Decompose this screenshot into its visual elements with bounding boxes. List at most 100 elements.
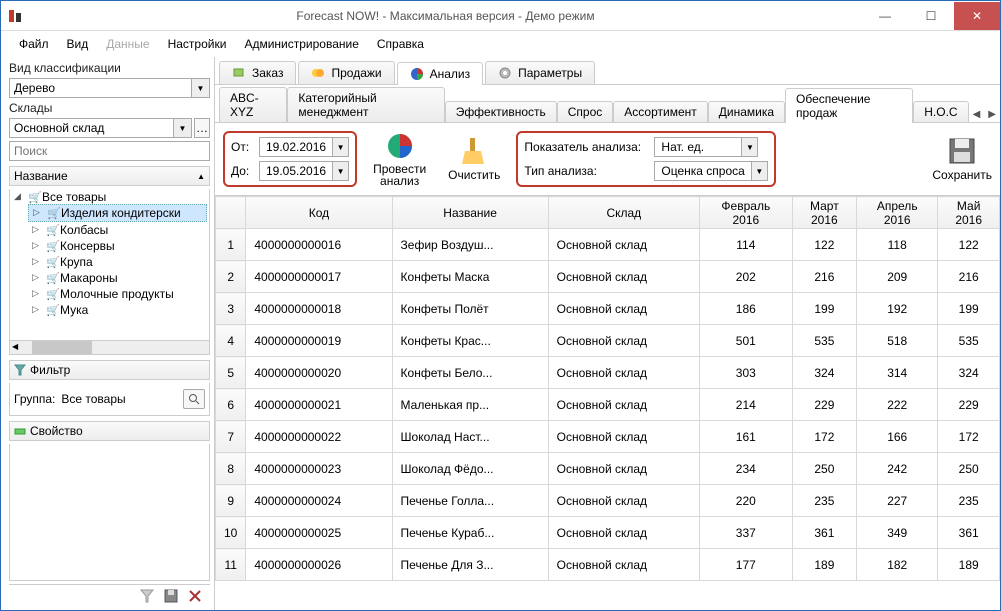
table-row[interactable]: 74000000000022Шоколад Наст...Основной ск… (216, 421, 1000, 453)
tree-root[interactable]: ◢🛒Все товары ▷🛒Изделия кондитерски ▷🛒Кол… (10, 189, 209, 319)
cell-code[interactable]: 4000000000021 (246, 389, 392, 421)
cell-code[interactable]: 4000000000023 (246, 453, 392, 485)
cell-value[interactable]: 189 (938, 549, 1000, 581)
tab-analysis[interactable]: Анализ (397, 62, 484, 85)
cell-value[interactable]: 114 (699, 229, 792, 261)
cell-code[interactable]: 4000000000020 (246, 357, 392, 389)
cell-name[interactable]: Конфеты Бело... (392, 357, 548, 389)
product-tree[interactable]: ◢🛒Все товары ▷🛒Изделия кондитерски ▷🛒Кол… (9, 189, 210, 355)
maximize-button[interactable]: ☐ (908, 2, 954, 30)
menu-view[interactable]: Вид (59, 35, 97, 53)
cell-value[interactable]: 349 (857, 517, 938, 549)
cell-value[interactable]: 118 (857, 229, 938, 261)
table-row[interactable]: 94000000000024Печенье Голла...Основной с… (216, 485, 1000, 517)
cell-value[interactable]: 192 (857, 293, 938, 325)
cell-name[interactable]: Печенье Для З... (392, 549, 548, 581)
cell-name[interactable]: Конфеты Полёт (392, 293, 548, 325)
cell-value[interactable]: 535 (792, 325, 856, 357)
save-button[interactable]: Сохранить (932, 136, 992, 182)
col-warehouse[interactable]: Склад (548, 197, 699, 229)
cell-warehouse[interactable]: Основной склад (548, 357, 699, 389)
table-row[interactable]: 24000000000017Конфеты МаскаОсновной скла… (216, 261, 1000, 293)
table-row[interactable]: 114000000000026Печенье Для З...Основной … (216, 549, 1000, 581)
col-code[interactable]: Код (246, 197, 392, 229)
table-row[interactable]: 34000000000018Конфеты ПолётОсновной скла… (216, 293, 1000, 325)
subtab-supply[interactable]: Обеспечение продаж (785, 88, 913, 123)
col-month-1[interactable]: Февраль2016 (699, 197, 792, 229)
tree-scrollbar[interactable]: ◀ (10, 340, 209, 354)
close-button[interactable]: ✕ (954, 2, 1000, 30)
cell-warehouse[interactable]: Основной склад (548, 229, 699, 261)
cell-value[interactable]: 227 (857, 485, 938, 517)
tab-sales[interactable]: Продажи (298, 61, 394, 84)
cell-value[interactable]: 177 (699, 549, 792, 581)
cell-value[interactable]: 250 (938, 453, 1000, 485)
indicator-select[interactable]: Нат. ед.▼ (654, 137, 758, 157)
cell-value[interactable]: 235 (938, 485, 1000, 517)
cell-name[interactable]: Конфеты Маска (392, 261, 548, 293)
col-month-4[interactable]: Май2016 (938, 197, 1000, 229)
cell-value[interactable]: 303 (699, 357, 792, 389)
to-date[interactable]: 19.05.2016▼ (259, 161, 349, 181)
tree-item[interactable]: ▷🛒Колбасы (28, 222, 207, 238)
table-row[interactable]: 14000000000016Зефир Воздуш...Основной ск… (216, 229, 1000, 261)
save-layout-icon[interactable] (164, 589, 178, 603)
cell-value[interactable]: 172 (938, 421, 1000, 453)
table-row[interactable]: 64000000000021Маленькая пр...Основной ск… (216, 389, 1000, 421)
cell-warehouse[interactable]: Основной склад (548, 517, 699, 549)
col-month-3[interactable]: Апрель2016 (857, 197, 938, 229)
minimize-button[interactable]: — (862, 2, 908, 30)
subtab-next[interactable]: ▶ (984, 107, 1000, 122)
cell-value[interactable]: 314 (857, 357, 938, 389)
subtab-efficiency[interactable]: Эффективность (445, 101, 557, 122)
reset-filter-icon[interactable] (140, 589, 154, 603)
tab-order[interactable]: Заказ (219, 61, 296, 84)
cell-code[interactable]: 4000000000022 (246, 421, 392, 453)
cell-value[interactable]: 234 (699, 453, 792, 485)
cell-value[interactable]: 235 (792, 485, 856, 517)
cell-value[interactable]: 202 (699, 261, 792, 293)
menu-admin[interactable]: Администрирование (236, 35, 366, 53)
cell-name[interactable]: Шоколад Наст... (392, 421, 548, 453)
cell-value[interactable]: 122 (938, 229, 1000, 261)
cell-value[interactable]: 222 (857, 389, 938, 421)
cell-name[interactable]: Печенье Кураб... (392, 517, 548, 549)
cell-value[interactable]: 518 (857, 325, 938, 357)
warehouse-select[interactable] (9, 118, 174, 138)
cell-value[interactable]: 209 (857, 261, 938, 293)
tree-item[interactable]: ▷🛒Изделия кондитерски (28, 204, 207, 222)
cell-code[interactable]: 4000000000024 (246, 485, 392, 517)
cell-value[interactable]: 214 (699, 389, 792, 421)
tree-item[interactable]: ▷🛒Макароны (28, 270, 207, 286)
cell-value[interactable]: 229 (938, 389, 1000, 421)
cell-value[interactable]: 182 (857, 549, 938, 581)
cell-warehouse[interactable]: Основной склад (548, 485, 699, 517)
cell-value[interactable]: 189 (792, 549, 856, 581)
tree-item[interactable]: ▷🛒Консервы (28, 238, 207, 254)
cell-warehouse[interactable]: Основной склад (548, 389, 699, 421)
cell-code[interactable]: 4000000000018 (246, 293, 392, 325)
cell-value[interactable]: 186 (699, 293, 792, 325)
cell-value[interactable]: 361 (938, 517, 1000, 549)
from-date[interactable]: 19.02.2016▼ (259, 137, 349, 157)
cell-value[interactable]: 324 (792, 357, 856, 389)
cell-code[interactable]: 4000000000026 (246, 549, 392, 581)
clear-button[interactable]: Очистить (442, 134, 506, 184)
menu-help[interactable]: Справка (369, 35, 432, 53)
tree-item[interactable]: ▷🛒Молочные продукты (28, 286, 207, 302)
tree-item[interactable]: ▷🛒Мука (28, 302, 207, 318)
table-row[interactable]: 44000000000019Конфеты Крас...Основной ск… (216, 325, 1000, 357)
filter-header[interactable]: Фильтр (9, 360, 210, 380)
group-search-button[interactable] (183, 389, 205, 409)
subtab-demand[interactable]: Спрос (557, 101, 614, 122)
cell-value[interactable]: 122 (792, 229, 856, 261)
cell-value[interactable]: 324 (938, 357, 1000, 389)
cell-value[interactable]: 199 (792, 293, 856, 325)
chevron-down-icon[interactable]: ▼ (192, 78, 210, 98)
subtab-prev[interactable]: ◀ (969, 107, 985, 122)
table-row[interactable]: 104000000000025Печенье Кураб...Основной … (216, 517, 1000, 549)
chevron-down-icon[interactable]: ▼ (174, 118, 192, 138)
cell-name[interactable]: Шоколад Фёдо... (392, 453, 548, 485)
tab-params[interactable]: Параметры (485, 61, 595, 84)
cell-value[interactable]: 250 (792, 453, 856, 485)
